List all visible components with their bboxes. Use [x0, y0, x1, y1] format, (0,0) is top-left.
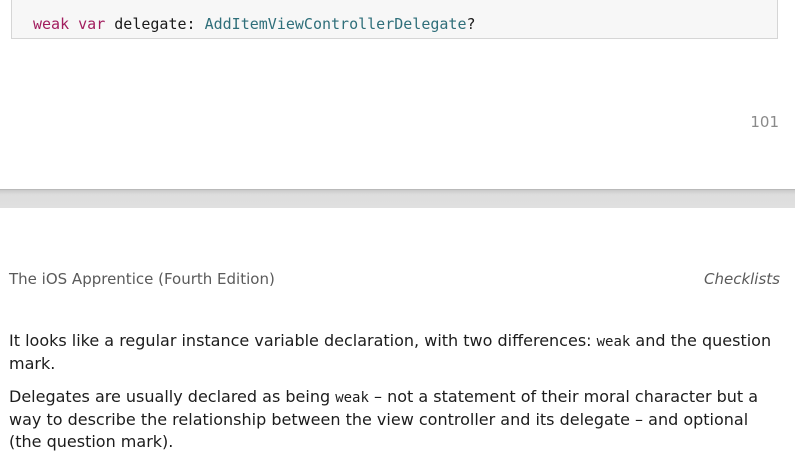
code-line: weak var delegate: AddItemViewController…: [33, 14, 476, 34]
paragraph-2-text-start: Delegates are usually declared as being: [9, 387, 336, 406]
document-page: weak var delegate: AddItemViewController…: [0, 0, 795, 459]
code-keyword-var: var: [78, 15, 106, 33]
code-block: weak var delegate: AddItemViewController…: [11, 0, 778, 39]
code-keyword-weak: weak: [33, 15, 70, 33]
chapter-title: Checklists: [704, 270, 780, 288]
code-identifier: delegate:: [114, 15, 196, 33]
code-type-name: AddItemViewControllerDelegate: [204, 15, 467, 33]
paragraph-2: Delegates are usually declared as being …: [9, 386, 784, 453]
book-title: The iOS Apprentice (Fourth Edition): [9, 270, 275, 288]
code-optional-mark: ?: [466, 15, 476, 33]
inline-code-weak: weak: [596, 334, 631, 350]
inline-code-weak: weak: [335, 390, 369, 406]
paragraph-1-text-start: It looks like a regular instance variabl…: [9, 331, 597, 350]
paragraph-1: It looks like a regular instance variabl…: [9, 330, 784, 375]
running-header: The iOS Apprentice (Fourth Edition) Chec…: [9, 270, 780, 290]
page-break-divider: [0, 189, 795, 208]
page-number: 101: [750, 113, 779, 131]
